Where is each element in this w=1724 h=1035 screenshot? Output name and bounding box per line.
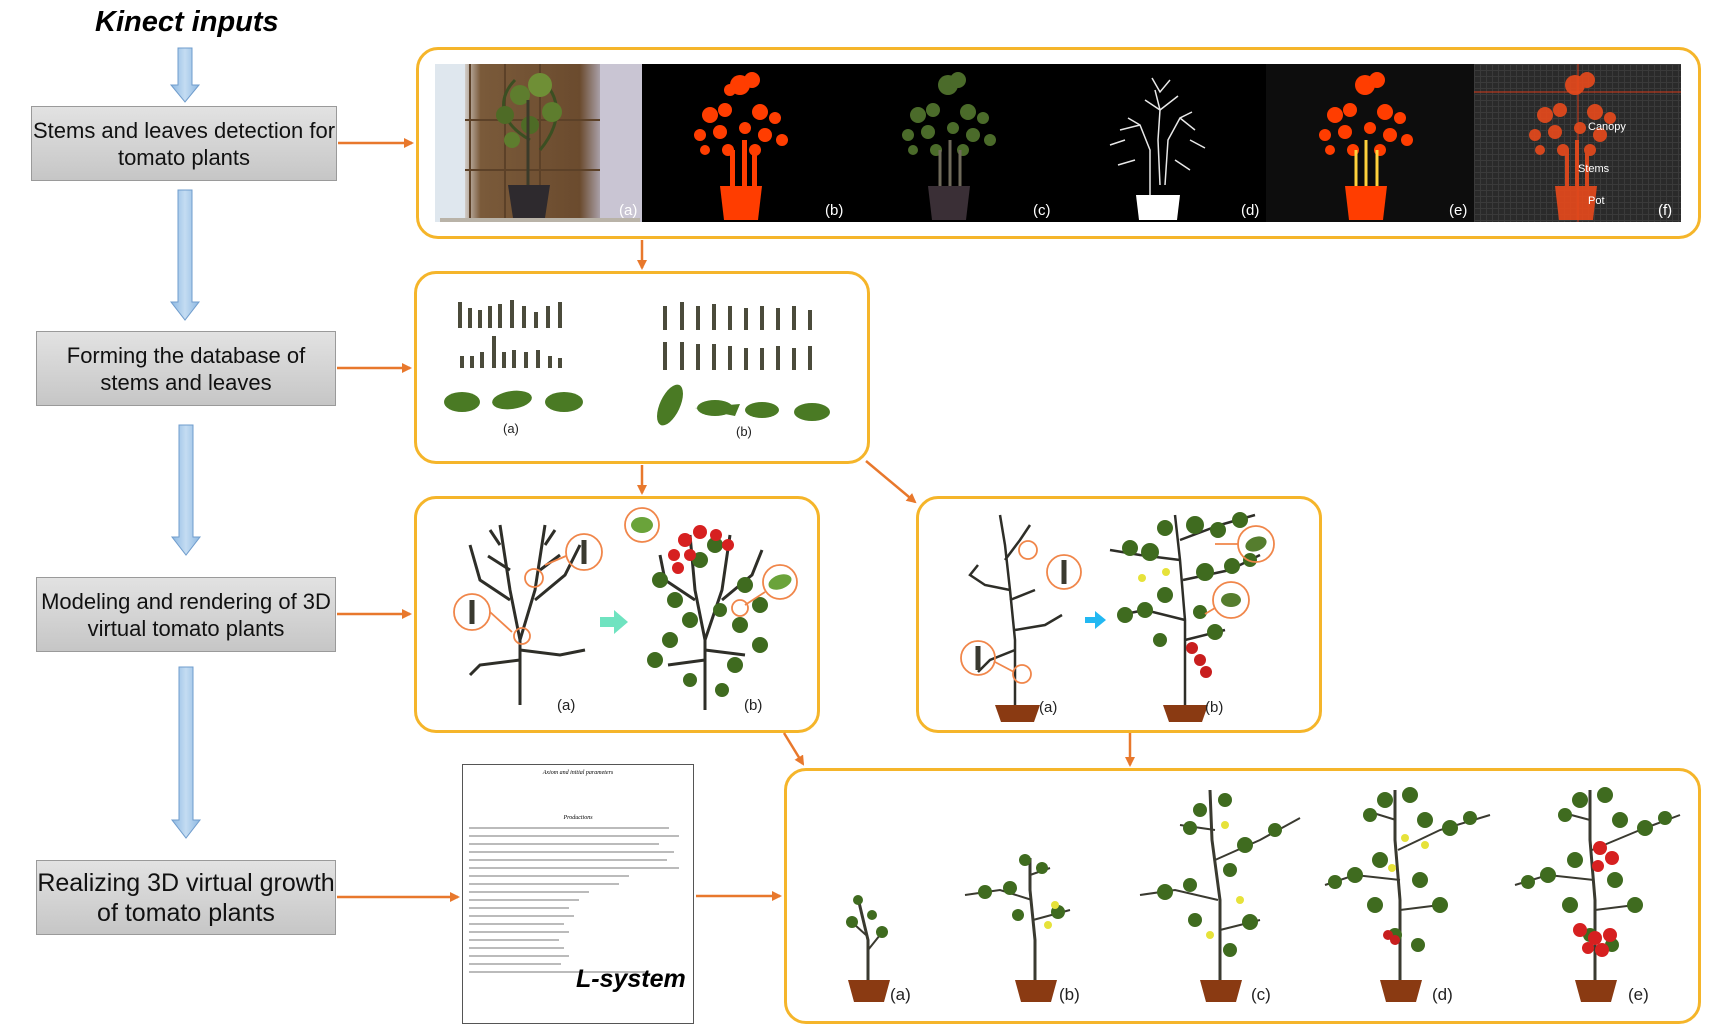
detection-label-b: (b) — [825, 202, 844, 219]
segmented-plant — [694, 72, 788, 220]
pot-2b — [1163, 705, 1208, 722]
lsystem-doc-section: Productions — [563, 815, 593, 821]
pot-2a — [995, 705, 1040, 722]
labeled-pointcloud — [1474, 64, 1681, 222]
stem-segments-a — [458, 300, 562, 368]
growth-label-b: (b) — [1059, 985, 1080, 1004]
lsystem-caption: L-system — [576, 965, 686, 993]
rendered-tree-1 — [647, 525, 768, 710]
callout-stems-2 — [975, 560, 1067, 670]
growth-stage-e — [1514, 787, 1681, 1002]
growth-label-a: (a) — [890, 985, 911, 1004]
detection-label-d: (d) — [1241, 202, 1260, 219]
detection-label-a: (a) — [619, 202, 638, 219]
lsystem-production-lines — [463, 827, 693, 973]
transform-arrow-1 — [600, 610, 628, 634]
growth-stage-b — [964, 854, 1071, 1002]
modeling2-label-a: (a) — [1039, 699, 1058, 716]
skeleton-pot — [1136, 195, 1180, 220]
growth-stage-a — [846, 895, 890, 1002]
transform-arrow-2 — [1085, 611, 1106, 629]
lsystem-axiom-block — [463, 776, 693, 810]
modeling2-label-b: (b) — [1205, 699, 1224, 716]
modeling1-label-b: (b) — [744, 697, 763, 714]
diagram-graphics — [169, 47, 1681, 1002]
annotation-canopy: Canopy — [1588, 121, 1626, 133]
growth-label-c: (c) — [1251, 985, 1271, 1004]
growth-stage-c — [1139, 789, 1301, 1002]
growth-stage-d — [1324, 787, 1491, 1002]
stem-segments-b — [663, 302, 812, 370]
database-label-a: (a) — [503, 421, 519, 436]
pointcloud-stems — [1354, 140, 1379, 186]
growth-label-e: (e) — [1628, 985, 1649, 1004]
callouts-1 — [453, 533, 603, 645]
tree-skeleton-2 — [968, 514, 1063, 705]
colored-plant — [902, 72, 996, 220]
orange-arrows — [337, 138, 1135, 902]
database-label-b: (b) — [736, 424, 752, 439]
leaf-samples — [444, 384, 830, 426]
tree-skeleton-1 — [468, 524, 586, 705]
annotation-stems: Stems — [1578, 163, 1610, 175]
detection-label-f: (f) — [1658, 202, 1673, 219]
growth-label-d: (d) — [1432, 985, 1453, 1004]
detection-label-e: (e) — [1449, 202, 1468, 219]
detection-label-c: (c) — [1033, 202, 1051, 219]
blue-arrows — [169, 47, 202, 839]
annotation-pot: Pot — [1588, 195, 1605, 207]
photo-plant — [435, 64, 642, 222]
skeleton-plant — [1109, 77, 1206, 195]
modeling1-label-a: (a) — [557, 697, 576, 714]
